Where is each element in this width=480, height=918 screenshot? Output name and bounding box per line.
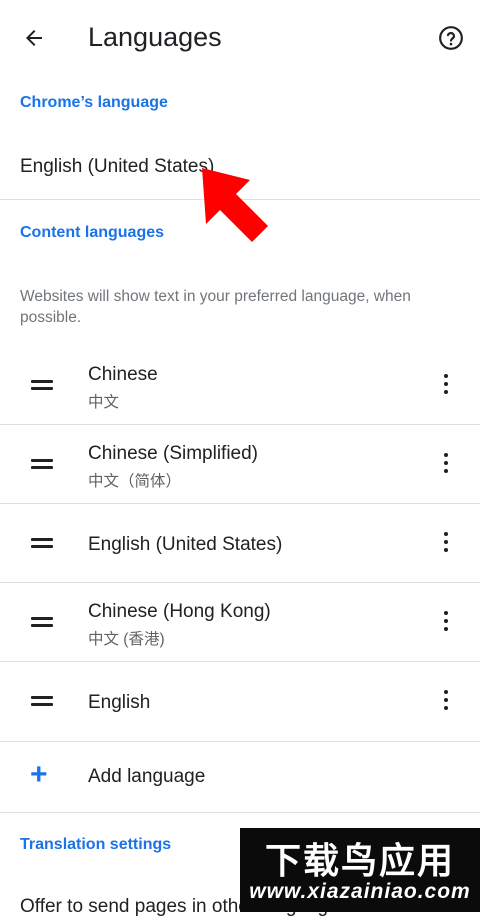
watermark-url: www.xiazainiao.com (249, 880, 471, 903)
language-name: Chinese (Hong Kong) (88, 601, 271, 622)
arrow-left-icon (26, 30, 42, 46)
watermark: 下载鸟应用 www.xiazainiao.com (240, 828, 480, 912)
chrome-language-header: Chrome’s language (20, 94, 168, 111)
chrome-language-value[interactable]: English (United States) (20, 156, 214, 178)
annotation-arrow (202, 168, 268, 242)
language-row-chinese-hong-kong[interactable]: Chinese (Hong Kong) 中文 (香港) (0, 582, 480, 661)
language-row-chinese[interactable]: Chinese 中文 (0, 345, 480, 424)
content-languages-description: Websites will show text in your preferre… (20, 288, 411, 326)
drag-handle-icon[interactable] (31, 615, 53, 629)
language-name: Chinese (Simplified) (88, 443, 259, 464)
more-vert-icon[interactable] (434, 450, 458, 478)
plus-icon: + (30, 758, 48, 791)
language-row-english-us[interactable]: English (United States) (0, 503, 480, 582)
top-app-bar: Languages (0, 0, 480, 74)
translation-settings-header: Translation settings (20, 836, 172, 853)
content-languages-header: Content languages (20, 224, 165, 241)
watermark-title: 下载鸟应用 (264, 841, 455, 882)
language-name: English (88, 692, 151, 713)
drag-handle-icon[interactable] (31, 536, 53, 550)
more-vert-icon[interactable] (434, 529, 458, 557)
help-circle-icon (439, 26, 463, 50)
divider (0, 812, 480, 813)
language-native-name: 中文 (香港) (88, 631, 165, 648)
add-language-button[interactable]: + Add language (0, 742, 480, 812)
language-row-chinese-simplified[interactable]: Chinese (Simplified) 中文（简体） (0, 424, 480, 503)
add-language-label: Add language (88, 766, 206, 787)
drag-handle-icon[interactable] (31, 694, 53, 708)
back-button[interactable] (16, 20, 52, 56)
drag-handle-icon[interactable] (31, 457, 53, 471)
language-native-name: 中文 (88, 394, 120, 411)
page-title: Languages (88, 22, 222, 52)
drag-handle-icon[interactable] (31, 378, 53, 392)
more-vert-icon[interactable] (434, 371, 458, 399)
help-button[interactable] (433, 20, 469, 56)
language-native-name: 中文（简体） (88, 473, 182, 490)
language-row-english[interactable]: English (0, 661, 480, 740)
more-vert-icon[interactable] (434, 687, 458, 715)
language-name: English (United States) (88, 534, 283, 555)
language-name: Chinese (88, 364, 158, 385)
more-vert-icon[interactable] (434, 608, 458, 636)
